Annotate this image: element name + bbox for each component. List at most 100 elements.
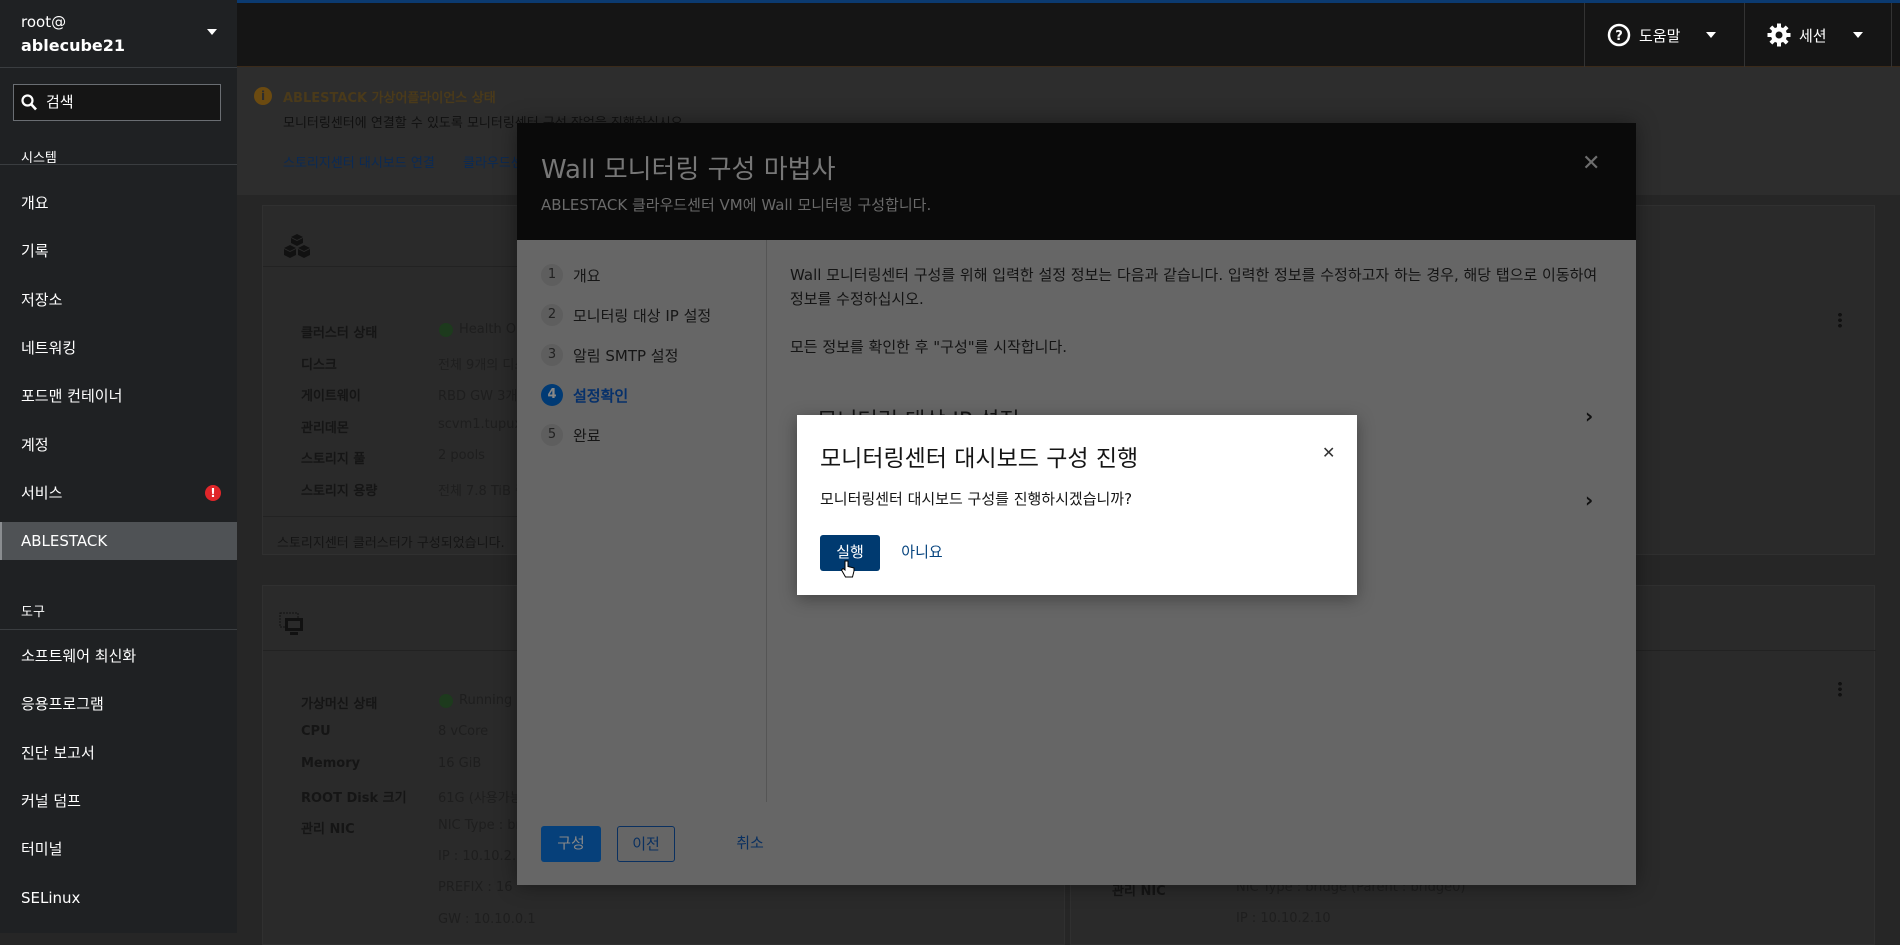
sidebar-item-label: ABLESTACK [21, 532, 108, 551]
vm-row-label: 가상머신 상태 [301, 697, 378, 712]
vm-row-label: 관리 NIC [301, 822, 355, 838]
step-label: 완료 [573, 426, 601, 445]
step-number: 3 [541, 344, 563, 366]
step-number: 5 [541, 424, 563, 446]
storage-row-value: Health OK [459, 322, 525, 337]
storage-row-label: 게이트웨이 [301, 389, 361, 404]
svg-text:?: ? [1615, 29, 1623, 44]
vm-row-label: Memory [301, 755, 361, 771]
help-menu[interactable]: ? 도움말 [1584, 3, 1744, 67]
divider [0, 629, 237, 630]
step-label: 알림 SMTP 설정 [573, 346, 679, 365]
cancel-button[interactable]: 취소 [730, 826, 770, 862]
sidebar-item-7[interactable]: ABLESTACK [0, 522, 237, 561]
wizard-intro: Wall 모니터링센터 구성를 위해 입력한 설정 정보는 다음과 같습니다. … [790, 266, 1598, 308]
help-label: 도움말 [1639, 26, 1681, 45]
sidebar-tool-item-1[interactable]: 응용프로그램 [0, 685, 237, 723]
vm-nic-detail: PREFIX : 16 [438, 880, 513, 896]
search-icon [21, 94, 37, 111]
user-host-label: root@ [21, 13, 67, 31]
pointer-cursor-icon [841, 560, 855, 578]
sidebar-tool-item-0[interactable]: 소프트웨어 최신화 [0, 637, 237, 675]
session-menu[interactable]: 세션 [1744, 3, 1892, 67]
sidebar-tool-item-3[interactable]: 커널 덤프 [0, 782, 237, 820]
storage-row-label: 디스크 [301, 357, 337, 373]
dialog-title: 모니터링센터 대시보드 구성 진행 [820, 446, 1139, 472]
sidebar-item-5[interactable]: 계정 [0, 426, 237, 464]
step-label: 모니터링 대상 IP 설정 [573, 306, 712, 325]
divider [766, 240, 767, 802]
storage-row-label: 관리데몬 [301, 420, 349, 436]
dialog-message: 모니터링센터 대시보드 구성를 진행하시겠습니까? [820, 490, 1133, 508]
divider [0, 164, 237, 165]
vm-row-value: 8 vCore [438, 724, 489, 740]
chevron-down-icon [1852, 32, 1863, 38]
check-circle-icon [439, 694, 453, 708]
vm-row-label: ROOT Disk 크기 [301, 790, 407, 806]
session-label: 세션 [1799, 26, 1827, 45]
step-number: 1 [541, 264, 563, 286]
cubes-icon [284, 234, 310, 258]
sidebar-tool-item-4[interactable]: 터미널 [0, 830, 237, 868]
storage-card-footer: 스토리지센터 클러스터가 구성되었습니다. [277, 536, 505, 551]
wizard-title: Wall 모니터링 구성 마법사 [541, 155, 836, 185]
sidebar-item-6[interactable]: 서비스! [0, 474, 237, 512]
wizard-step-2[interactable]: 2 모니터링 대상 IP 설정 [541, 304, 711, 326]
section-tools: 도구 [21, 605, 45, 620]
sidebar-tool-item-2[interactable]: 진단 보고서 [0, 734, 237, 772]
wizard-step-4[interactable]: 4 설정확인 [541, 384, 628, 406]
previous-button[interactable]: 이전 [617, 826, 675, 862]
sidebar-item-label: 네트워킹 [21, 338, 77, 357]
gear-icon [1767, 23, 1791, 47]
vm-row-value: Running [459, 693, 513, 708]
chevron-down-icon[interactable] [207, 29, 217, 35]
wizard-step-1[interactable]: 1 개요 [541, 264, 601, 286]
storage-dashboard-link[interactable]: 스토리지센터 대시보드 연결 [283, 152, 435, 171]
storage-row-value: 전체 9개의 디스 [438, 357, 527, 373]
sidebar-item-4[interactable]: 포드맨 컨테이너 [0, 377, 237, 415]
alert-badge-icon: ! [205, 484, 221, 501]
storage-row-label: 클러스터 상태 [301, 326, 378, 341]
chevron-right-icon[interactable]: › [1585, 404, 1593, 428]
alert-title: ABLESTACK 가상어플라이언스 상태 [283, 91, 496, 106]
configure-button[interactable]: 구성 [541, 826, 601, 862]
step-label: 개요 [573, 266, 601, 285]
wizard-step-5[interactable]: 5 완료 [541, 424, 601, 446]
vm-nic-detail: GW : 10.10.0.1 [438, 911, 536, 927]
help-icon: ? [1607, 23, 1631, 47]
step-number: 2 [541, 304, 563, 326]
sidebar-item-label: 응용프로그램 [21, 695, 104, 714]
user-menu[interactable]: root@ ablecube21 [21, 10, 125, 58]
kebab-menu-icon[interactable] [1838, 312, 1842, 328]
sidebar-item-2[interactable]: 저장소 [0, 281, 237, 319]
wizard-subtitle: ABLESTACK 클라우드센터 VM에 Wall 모니터링 구성합니다. [541, 196, 932, 214]
sidebar-item-1[interactable]: 기록 [0, 232, 237, 270]
sidebar-item-label: 포드맨 컨테이너 [21, 387, 123, 406]
vm-row-value: 16 GiB [438, 755, 482, 771]
sidebar-item-0[interactable]: 개요 [0, 184, 237, 222]
user-host-name: ablecube21 [21, 36, 126, 55]
chevron-right-icon[interactable]: › [1585, 488, 1593, 512]
deny-button[interactable]: 아니요 [897, 535, 947, 571]
sidebar-tool-item-5[interactable]: SELinux [0, 879, 237, 917]
close-icon[interactable]: ✕ [1322, 443, 1335, 462]
step-number: 4 [541, 384, 563, 406]
cloud-center-link[interactable]: 클라우드센 [463, 152, 523, 171]
sidebar-item-label: 커널 덤프 [21, 791, 81, 810]
vm-row-label: CPU [301, 724, 331, 740]
sidebar-item-label: 진단 보고서 [21, 743, 95, 762]
storage-row-label: 스토리지 풀 [301, 452, 366, 467]
search-input[interactable]: 검색 [13, 84, 221, 121]
sidebar-item-label: 기록 [21, 242, 49, 261]
close-icon[interactable]: ✕ [1582, 151, 1600, 176]
sidebar-item-label: 계정 [21, 435, 49, 454]
sidebar-item-label: SELinux [21, 888, 81, 907]
sidebar-item-label: 개요 [21, 194, 49, 212]
wizard-step-3[interactable]: 3 알림 SMTP 설정 [541, 344, 678, 366]
search-placeholder: 검색 [46, 93, 74, 111]
sidebar-item-3[interactable]: 네트워킹 [0, 329, 237, 367]
check-circle-icon [439, 323, 453, 337]
wizard-header: Wall 모니터링 구성 마법사 ABLESTACK 클라우드센터 VM에 Wa… [517, 123, 1636, 240]
kebab-menu-icon[interactable] [1838, 681, 1842, 697]
wizard-intro2: 모든 정보를 확인한 후 "구성"를 시작합니다. [790, 338, 1068, 356]
